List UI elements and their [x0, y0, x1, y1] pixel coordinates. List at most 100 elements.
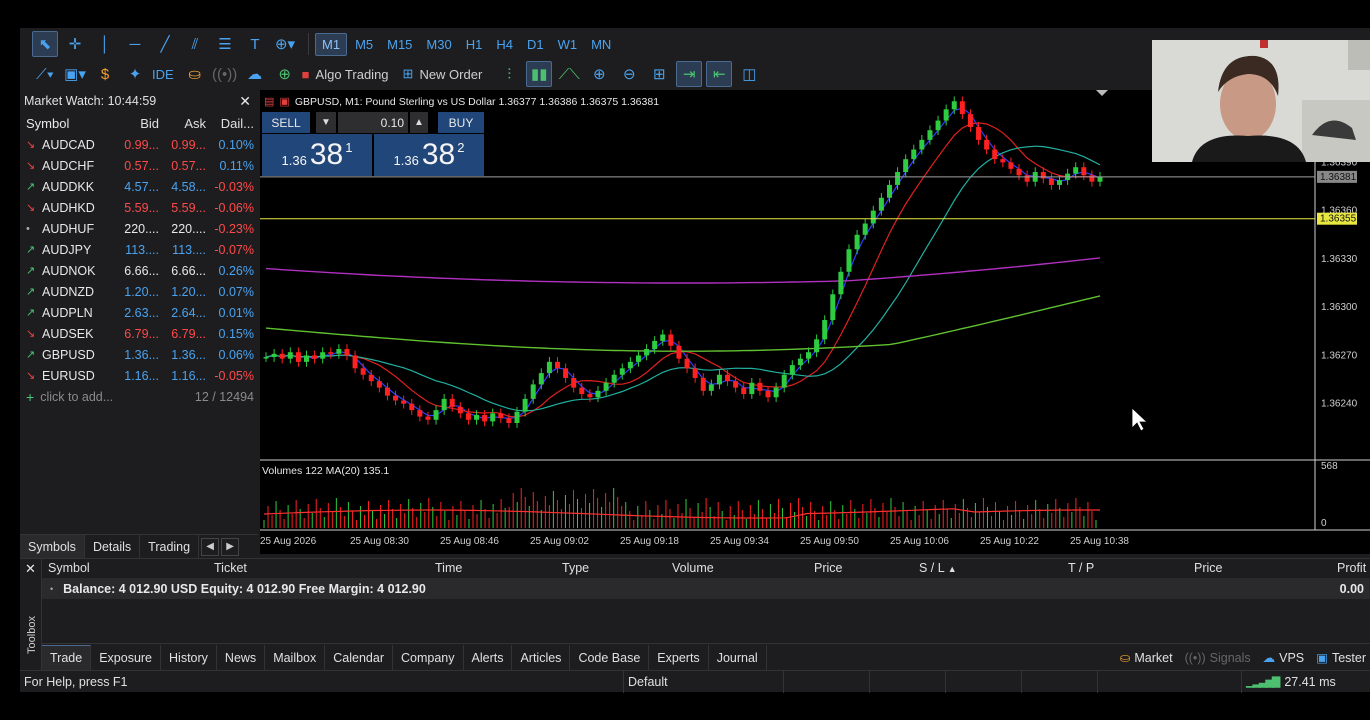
tab-alerts[interactable]: Alerts [464, 644, 513, 671]
market-watch-row[interactable]: ↘ EURUSD 1.16... 1.16... -0.05% [20, 365, 258, 386]
tile-windows-icon[interactable]: ⊞ [646, 61, 672, 87]
market-watch-row[interactable]: • AUDHUF 220.... 220.... -0.23% [20, 218, 258, 239]
zoom-in-icon[interactable]: ⊕ [586, 61, 612, 87]
timeframe-h4[interactable]: H4 [490, 34, 519, 55]
horizontal-line-icon[interactable]: ─ [122, 31, 148, 57]
tab-tester[interactable]: ▣ Tester [1316, 650, 1366, 666]
cursor-icon[interactable]: ⬉ [32, 31, 58, 57]
col-price-current[interactable]: Price [1194, 561, 1222, 575]
sell-button[interactable]: SELL [262, 112, 310, 133]
globe-icon[interactable]: ⊕ [272, 61, 298, 87]
crosshair-icon[interactable]: ✛ [62, 31, 88, 57]
tab-articles[interactable]: Articles [512, 644, 571, 671]
column-ask[interactable]: Ask [159, 116, 206, 131]
timeframe-m5[interactable]: M5 [349, 34, 379, 55]
buy-button[interactable]: BUY [438, 112, 484, 133]
chart-shift-icon[interactable]: ⇤ [706, 61, 733, 87]
market-watch-row[interactable]: ↗ AUDPLN 2.63... 2.64... 0.01% [20, 302, 258, 323]
sell-price-button[interactable]: 1.36 38 1 [262, 134, 372, 176]
tab-exposure[interactable]: Exposure [91, 644, 162, 671]
col-tp[interactable]: T / P [1068, 561, 1094, 575]
ide-button[interactable]: IDE [152, 67, 174, 82]
tab-trade[interactable]: Trade [42, 644, 92, 671]
line-chart-icon[interactable]: ⟋⟍ [556, 61, 582, 87]
bar-chart-icon[interactable]: ⫶ [496, 61, 522, 87]
daily-change: 0.01% [218, 305, 254, 320]
tab-signals[interactable]: ((•)) Signals [1185, 651, 1251, 665]
col-type[interactable]: Type [562, 561, 589, 575]
tab-trading[interactable]: Trading [140, 534, 200, 559]
tab-scroll-right-icon[interactable]: ▶ [221, 537, 240, 556]
channel-icon[interactable]: ⫽ [182, 31, 208, 57]
tab-vps[interactable]: ☁ VPS [1263, 650, 1305, 666]
tab-calendar[interactable]: Calendar [325, 644, 393, 671]
buy-price-button[interactable]: 1.36 38 2 [374, 134, 484, 176]
volume-down-icon[interactable]: ▼ [316, 112, 336, 133]
timeframe-m15[interactable]: M15 [381, 34, 418, 55]
tab-journal[interactable]: Journal [709, 644, 767, 671]
tab-details[interactable]: Details [85, 534, 141, 559]
zoom-out-icon[interactable]: ⊖ [616, 61, 642, 87]
col-price[interactable]: Price [814, 561, 842, 575]
cloud-icon[interactable]: ☁ [242, 61, 268, 87]
tab-news[interactable]: News [217, 644, 266, 671]
timeframe-m1[interactable]: M1 [315, 32, 348, 56]
candlestick-icon[interactable]: ▮▮ [526, 61, 553, 87]
market-bag-icon[interactable]: ⛀ [182, 61, 208, 87]
add-symbol-row[interactable]: + click to add... 12 / 12494 [20, 386, 258, 407]
market-watch-row[interactable]: ↘ AUDCHF 0.57... 0.57... 0.11% [20, 155, 258, 176]
trendline-icon[interactable]: ╱ [152, 31, 178, 57]
screenshot-icon[interactable]: ◫ [736, 61, 762, 87]
col-ticket[interactable]: Ticket [214, 561, 247, 575]
col-profit[interactable]: Profit [1337, 561, 1366, 575]
signal-icon[interactable]: ((•)) [212, 61, 238, 87]
text-tool-icon[interactable]: T [242, 31, 268, 57]
algo-trading-button[interactable]: ■ Algo Trading [302, 67, 389, 82]
new-order-button[interactable]: ⊞ New Order [403, 66, 483, 82]
market-watch-row[interactable]: ↗ AUDNOK 6.66... 6.66... 0.26% [20, 260, 258, 281]
tab-code-base[interactable]: Code Base [570, 644, 650, 671]
tab-history[interactable]: History [161, 644, 217, 671]
market-watch-row[interactable]: ↘ AUDSEK 6.79... 6.79... 0.15% [20, 323, 258, 344]
close-icon[interactable]: ✕ [236, 93, 254, 110]
market-watch-row[interactable]: ↗ AUDNZD 1.20... 1.20... 0.07% [20, 281, 258, 302]
vertical-line-icon[interactable]: │ [92, 31, 118, 57]
market-watch-row[interactable]: ↘ AUDHKD 5.59... 5.59... -0.06% [20, 197, 258, 218]
auto-scroll-icon[interactable]: ⇥ [676, 61, 703, 87]
tab-market[interactable]: ⛀ Market [1120, 650, 1173, 666]
plus-icon: + [26, 388, 35, 405]
column-symbol[interactable]: Symbol [20, 116, 112, 131]
timeframe-w1[interactable]: W1 [552, 34, 584, 55]
sparkle-icon[interactable]: ✦ [122, 61, 148, 87]
timeframe-h1[interactable]: H1 [460, 34, 489, 55]
col-volume[interactable]: Volume [672, 561, 714, 575]
market-watch-row[interactable]: ↗ AUDJPY 113.... 113.... -0.07% [20, 239, 258, 260]
timeframe-d1[interactable]: D1 [521, 34, 550, 55]
tab-scroll-left-icon[interactable]: ◀ [201, 537, 220, 556]
dollar-icon[interactable]: $ [92, 61, 118, 87]
volume-input[interactable]: 0.10 [338, 112, 408, 133]
close-icon[interactable]: ✕ [25, 561, 36, 577]
timeframe-mn[interactable]: MN [585, 34, 617, 55]
market-watch-row[interactable]: ↗ AUDDKK 4.57... 4.58... -0.03% [20, 176, 258, 197]
market-watch-row[interactable]: ↗ GBPUSD 1.36... 1.36... 0.06% [20, 344, 258, 365]
tab-company[interactable]: Company [393, 644, 464, 671]
column-bid[interactable]: Bid [112, 116, 159, 131]
tab-mailbox[interactable]: Mailbox [265, 644, 326, 671]
candle-body [846, 249, 852, 272]
indicators-icon[interactable]: ⟋▾ [32, 61, 58, 87]
status-connection[interactable]: ▁▂▃▅▇ 27.41 ms [1242, 671, 1340, 693]
status-profile[interactable]: Default [624, 670, 784, 693]
tab-symbols[interactable]: Symbols [20, 534, 85, 559]
tab-experts[interactable]: Experts [649, 644, 709, 671]
col-sl[interactable]: S / L ▲ [919, 561, 957, 575]
col-symbol[interactable]: Symbol [48, 561, 90, 575]
volume-up-icon[interactable]: ▲ [410, 112, 428, 133]
column-daily[interactable]: Dail... [206, 116, 256, 131]
shapes-icon[interactable]: ⊕▾ [272, 31, 298, 57]
timeframe-m30[interactable]: M30 [420, 34, 457, 55]
fibonacci-icon[interactable]: ☰ [212, 31, 238, 57]
chart-templates-icon[interactable]: ▣▾ [62, 61, 88, 87]
col-time[interactable]: Time [435, 561, 462, 575]
market-watch-row[interactable]: ↘ AUDCAD 0.99... 0.99... 0.10% [20, 134, 258, 155]
